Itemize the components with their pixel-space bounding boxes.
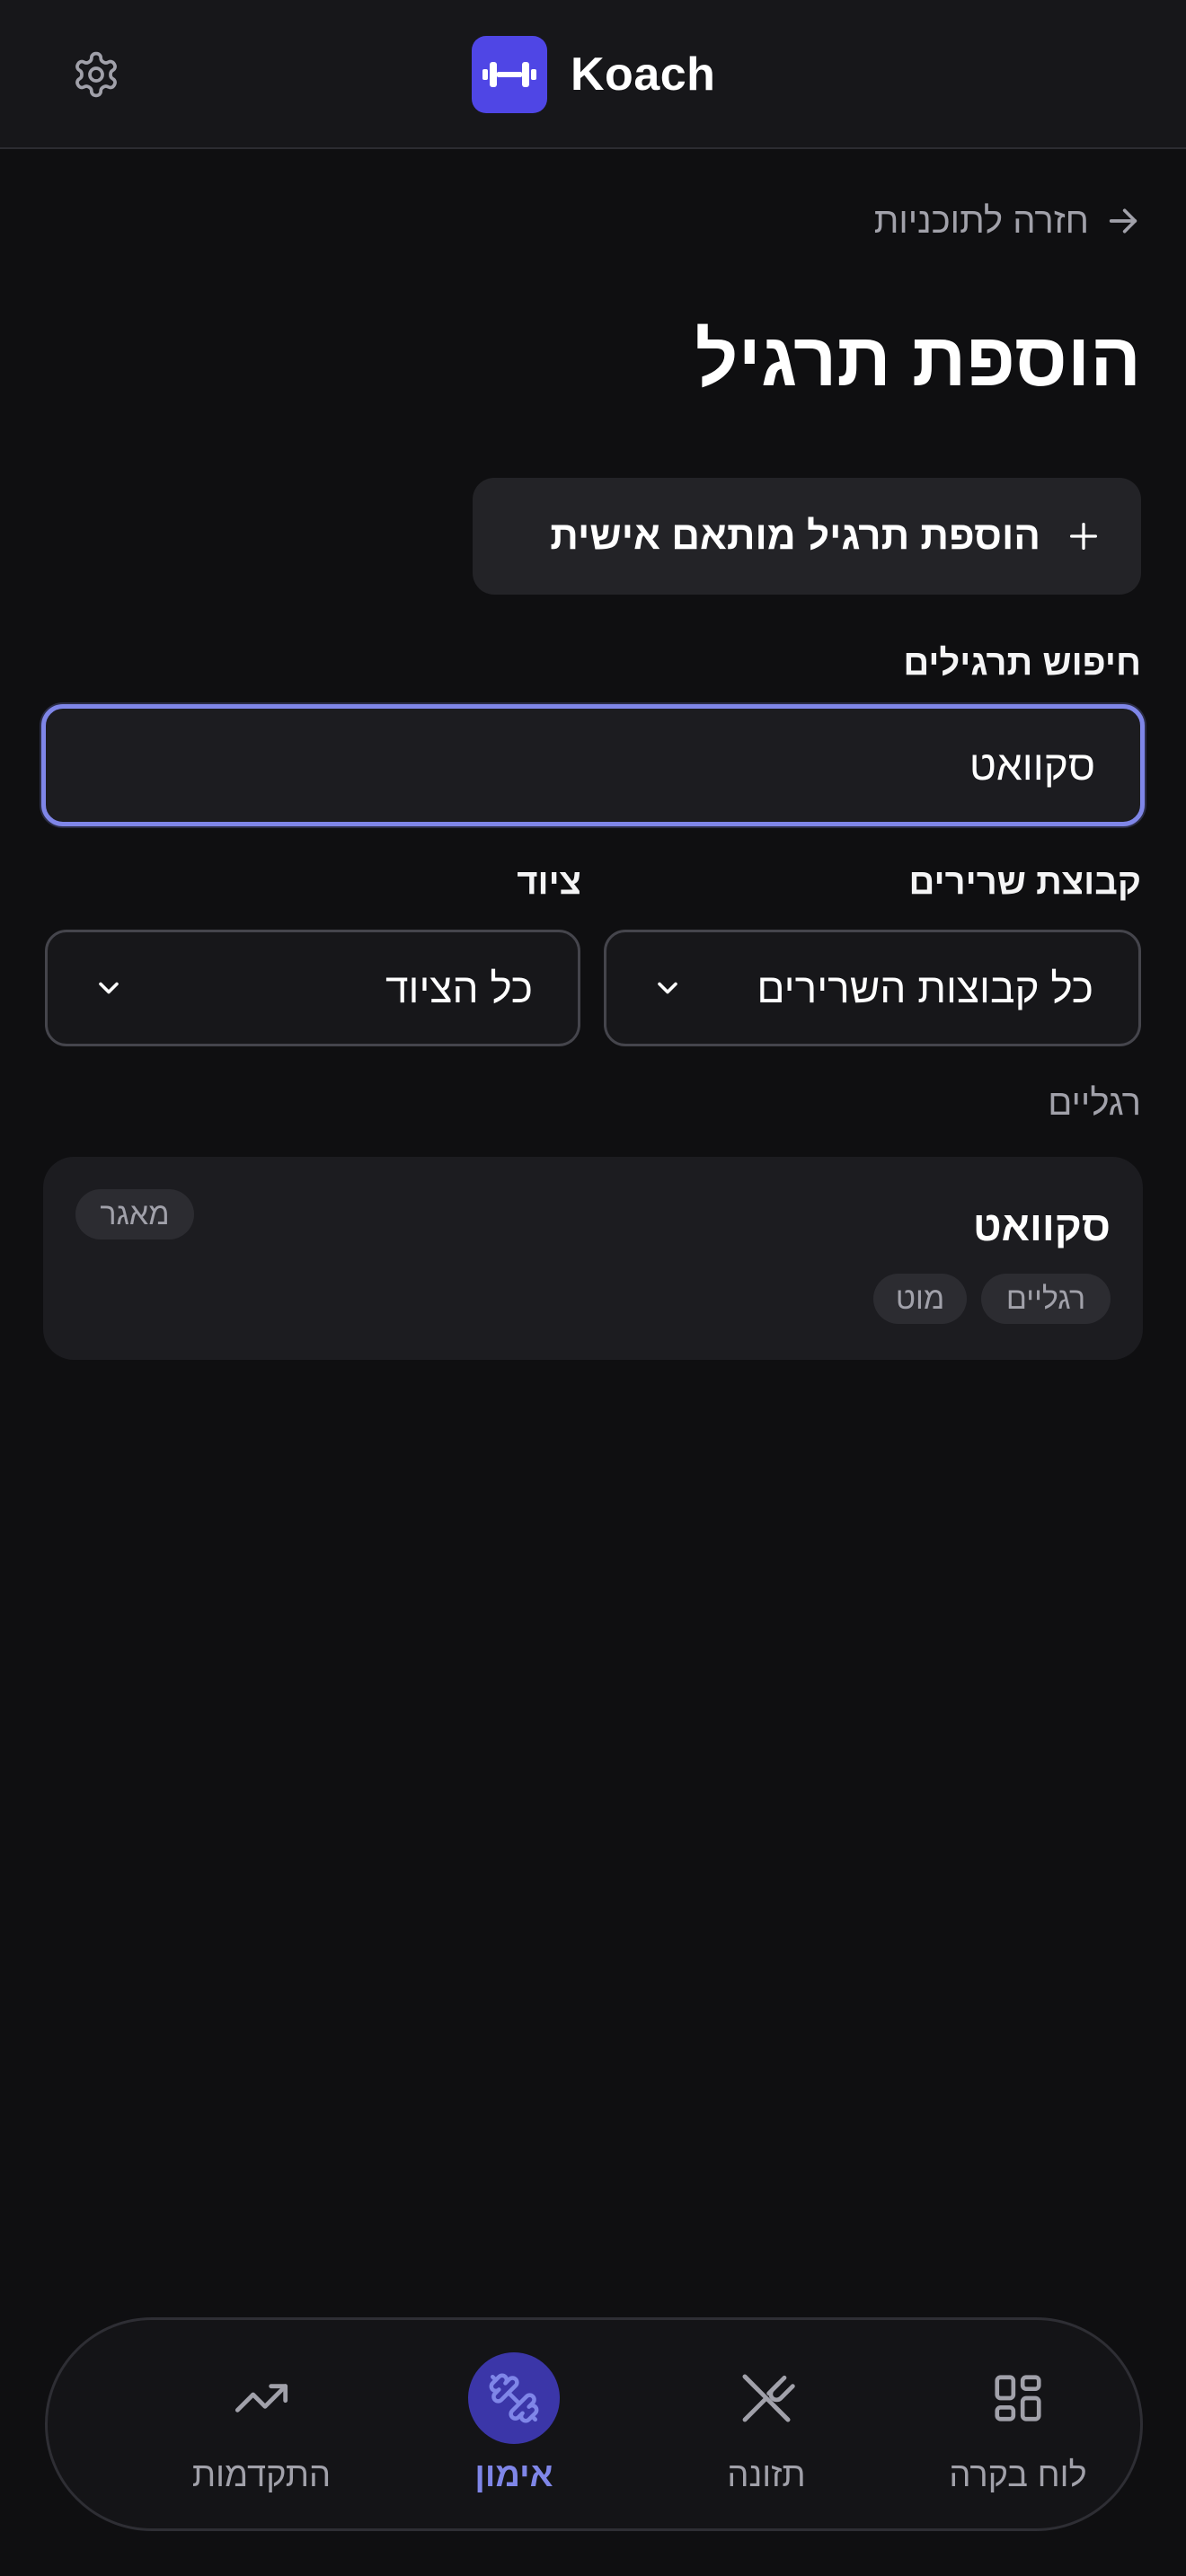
brand[interactable]: Koach — [472, 36, 715, 113]
gear-icon — [75, 51, 117, 98]
trending-up-icon — [235, 2384, 288, 2413]
app-name: Koach — [571, 49, 716, 101]
nav-label-progress: התקדמות — [191, 2457, 332, 2494]
equipment-select[interactable]: כל הציוד — [45, 930, 580, 1046]
nav-item-nutrition[interactable]: תזונה — [650, 2320, 883, 2534]
muscle-group-label: קבוצת שרירים — [908, 862, 1141, 902]
dumbbell-icon — [482, 62, 536, 87]
chevron-down-icon — [99, 982, 119, 994]
add-custom-exercise-label: הוספת תרגיל מותאם אישית — [550, 514, 1040, 558]
tag-muscle: רגליים — [981, 1274, 1111, 1324]
dumbbell-icon — [489, 2373, 539, 2423]
nav-item-progress[interactable]: התקדמות — [145, 2320, 378, 2534]
muscle-group-value: כל קבוצות השרירים — [757, 965, 1093, 1011]
equipment-value: כל הציוד — [385, 965, 533, 1011]
exercise-name: סקוואט — [973, 1203, 1111, 1249]
nav-active-indicator — [468, 2352, 560, 2444]
app-header: Koach — [0, 0, 1186, 149]
search-input[interactable] — [46, 741, 1095, 790]
nav-label-dashboard: לוח בקרה — [949, 2457, 1087, 2494]
nav-label-workout: אימון — [474, 2457, 553, 2494]
page-title: הוספת תרגיל — [695, 317, 1141, 401]
exercise-card[interactable]: סקוואט מאגר רגליים מוט — [43, 1157, 1143, 1360]
chevron-down-icon — [658, 982, 677, 994]
back-link-label: חזרה לתוכניות — [873, 200, 1089, 241]
utensils-off-icon — [742, 2374, 795, 2422]
equipment-label: ציוד — [517, 862, 581, 902]
source-badge: מאגר — [75, 1189, 194, 1239]
add-custom-exercise-button[interactable]: הוספת תרגיל מותאם אישית — [473, 478, 1141, 595]
app-logo — [472, 36, 547, 113]
results-group-heading: רגליים — [1048, 1083, 1141, 1123]
nav-item-dashboard[interactable]: לוח בקרה — [901, 2320, 1135, 2534]
search-label: חיפוש תרגילים — [903, 643, 1141, 683]
settings-button[interactable] — [68, 47, 124, 102]
nav-label-nutrition: תזונה — [727, 2457, 806, 2494]
muscle-group-select[interactable]: כל קבוצות השרירים — [604, 930, 1141, 1046]
back-to-plans-link[interactable]: חזרה לתוכניות — [874, 196, 1141, 246]
bottom-nav: לוח בקרה תזונה אימון התקדמות — [45, 2317, 1143, 2531]
tag-equipment: מוט — [873, 1274, 967, 1324]
nav-item-workout[interactable]: אימון — [397, 2320, 631, 2534]
arrow-right-icon — [1109, 208, 1137, 234]
plus-icon — [1070, 523, 1097, 550]
search-field[interactable] — [41, 704, 1145, 826]
dashboard-grid-icon — [995, 2375, 1041, 2422]
